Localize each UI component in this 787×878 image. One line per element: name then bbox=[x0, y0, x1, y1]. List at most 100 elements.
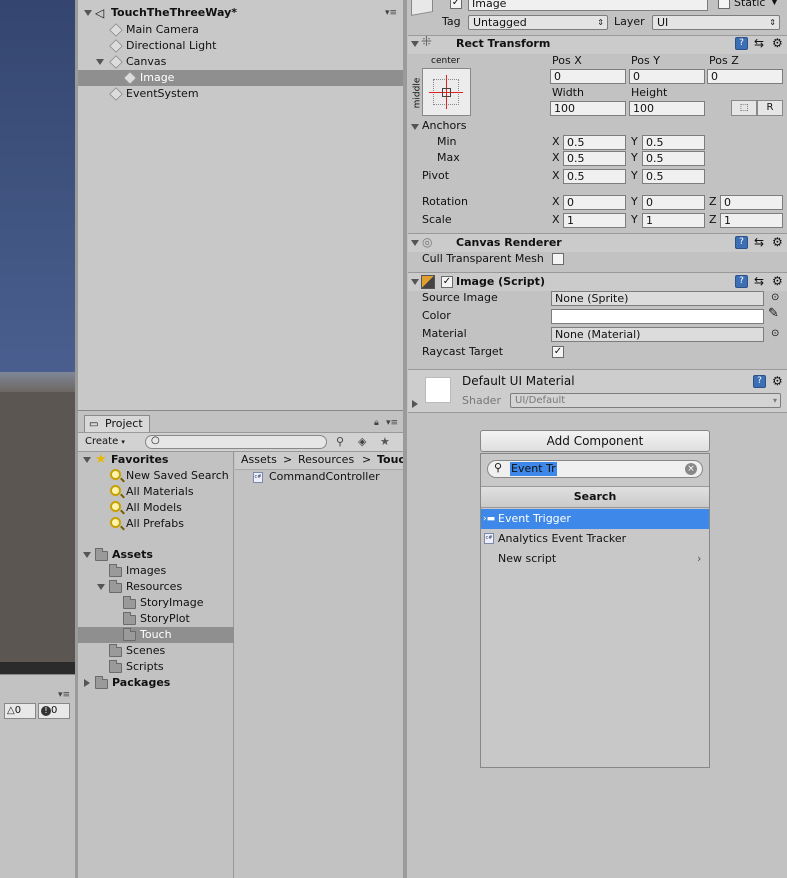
anchor-preset-button[interactable] bbox=[422, 68, 471, 116]
object-picker-icon[interactable]: ⊙ bbox=[771, 327, 779, 341]
anchor-min-x-field[interactable]: 0.5 bbox=[563, 135, 626, 150]
filter-by-type-icon[interactable]: ⚲ bbox=[336, 435, 344, 448]
layer-dropdown[interactable]: UI ⇕ bbox=[652, 15, 780, 30]
object-name-field[interactable]: Image bbox=[468, 0, 708, 11]
search-result-item[interactable]: c# Analytics Event Tracker bbox=[481, 529, 709, 549]
expand-arrow-icon[interactable] bbox=[97, 584, 105, 590]
scale-z-field[interactable]: 1 bbox=[720, 213, 783, 228]
assets-row[interactable]: Assets bbox=[78, 547, 234, 563]
rotation-y-field[interactable]: 0 bbox=[642, 195, 705, 210]
pos-y-field[interactable]: 0 bbox=[629, 69, 705, 84]
expand-arrow-icon[interactable] bbox=[411, 279, 419, 285]
favorite-item[interactable]: All Prefabs bbox=[78, 516, 234, 532]
favorites-row[interactable]: ★ Favorites bbox=[78, 452, 234, 468]
hierarchy-item[interactable]: Canvas bbox=[78, 54, 403, 70]
search-result-item-selected[interactable]: ›▬ Event Trigger bbox=[481, 509, 709, 529]
folder-item[interactable]: Images bbox=[78, 563, 234, 579]
cull-transparent-mesh-checkbox[interactable] bbox=[552, 253, 564, 265]
add-component-button[interactable]: Add Component bbox=[480, 430, 710, 452]
hierarchy-menu-icon[interactable]: ▾≡ bbox=[385, 5, 397, 21]
anchor-min-y-field[interactable]: 0.5 bbox=[642, 135, 705, 150]
shader-dropdown[interactable]: UI/Default ▾ bbox=[510, 393, 781, 408]
hierarchy-item[interactable]: EventSystem bbox=[78, 86, 403, 102]
preset-icon[interactable]: ⇆ bbox=[754, 274, 764, 288]
image-enabled-checkbox[interactable]: ✓ bbox=[441, 276, 453, 288]
eyedropper-icon[interactable]: ✎ bbox=[768, 307, 779, 321]
hierarchy-item-selected[interactable]: Image bbox=[78, 70, 403, 86]
folder-item[interactable]: StoryPlot bbox=[78, 611, 234, 627]
filter-by-label-icon[interactable]: ◈ bbox=[358, 435, 366, 448]
breadcrumb-item[interactable]: Touc bbox=[377, 452, 403, 468]
source-image-field[interactable]: None (Sprite) bbox=[551, 291, 764, 306]
folder-item[interactable]: Resources bbox=[78, 579, 234, 595]
raycast-target-checkbox[interactable]: ✓ bbox=[552, 346, 564, 358]
help-icon[interactable]: ? bbox=[735, 37, 748, 50]
folder-item-selected[interactable]: Touch bbox=[78, 627, 234, 643]
anchors-label[interactable]: Anchors bbox=[422, 119, 467, 133]
favorite-item[interactable]: New Saved Search bbox=[78, 468, 234, 484]
anchor-max-x-field[interactable]: 0.5 bbox=[563, 151, 626, 166]
help-icon[interactable]: ? bbox=[735, 275, 748, 288]
gear-icon[interactable]: ⚙ bbox=[772, 374, 783, 388]
folder-item[interactable]: StoryImage bbox=[78, 595, 234, 611]
file-item[interactable]: c# CommandController bbox=[250, 469, 400, 485]
rotation-z-field[interactable]: 0 bbox=[720, 195, 783, 210]
gear-icon[interactable]: ⚙ bbox=[772, 36, 783, 50]
blueprint-mode-button[interactable]: ⬚ bbox=[731, 100, 757, 116]
expand-arrow-icon[interactable] bbox=[411, 124, 419, 130]
material-field[interactable]: None (Material) bbox=[551, 327, 764, 342]
hierarchy-item[interactable]: Directional Light bbox=[78, 38, 403, 54]
gear-icon[interactable]: ⚙ bbox=[772, 235, 783, 249]
pivot-x-field[interactable]: 0.5 bbox=[563, 169, 626, 184]
expand-arrow-icon[interactable] bbox=[84, 679, 90, 687]
scale-x-field[interactable]: 1 bbox=[563, 213, 626, 228]
scene-row[interactable]: ◁ TouchTheThreeWay* ▾≡ bbox=[78, 5, 403, 21]
breadcrumb-item[interactable]: Resources bbox=[298, 452, 354, 468]
preset-icon[interactable]: ⇆ bbox=[754, 235, 764, 249]
pos-x-field[interactable]: 0 bbox=[550, 69, 626, 84]
pivot-y-field[interactable]: 0.5 bbox=[642, 169, 705, 184]
expand-arrow-icon[interactable] bbox=[83, 457, 91, 463]
clear-search-icon[interactable]: × bbox=[685, 463, 697, 475]
preset-icon[interactable]: ⇆ bbox=[754, 36, 764, 50]
tag-dropdown[interactable]: Untagged ⇕ bbox=[468, 15, 608, 30]
create-button[interactable]: Create ▾ bbox=[85, 434, 135, 450]
folder-item[interactable]: Scenes bbox=[78, 643, 234, 659]
star-icon[interactable]: ★ bbox=[380, 435, 390, 448]
folder-item[interactable]: Scripts bbox=[78, 659, 234, 675]
help-icon[interactable]: ? bbox=[753, 375, 766, 388]
chevron-down-icon[interactable]: ▼ bbox=[771, 0, 778, 9]
error-count-button[interactable]: ! 0 bbox=[38, 703, 70, 719]
width-field[interactable]: 100 bbox=[550, 101, 626, 116]
search-result-item[interactable]: New script › bbox=[481, 549, 709, 569]
scene-view[interactable] bbox=[0, 0, 75, 662]
object-picker-icon[interactable]: ⊙ bbox=[771, 291, 779, 305]
expand-arrow-icon[interactable] bbox=[96, 59, 104, 65]
color-field[interactable] bbox=[551, 309, 764, 324]
hierarchy-item[interactable]: Main Camera bbox=[78, 22, 403, 38]
height-field[interactable]: 100 bbox=[629, 101, 705, 116]
active-checkbox[interactable]: ✓ bbox=[450, 0, 462, 9]
expand-arrow-icon[interactable] bbox=[411, 240, 419, 246]
favorite-item[interactable]: All Materials bbox=[78, 484, 234, 500]
rotation-x-field[interactable]: 0 bbox=[563, 195, 626, 210]
gear-icon[interactable]: ⚙ bbox=[772, 274, 783, 288]
static-checkbox[interactable] bbox=[718, 0, 730, 9]
project-tab[interactable]: ▭ Project bbox=[84, 415, 150, 433]
component-search-input[interactable]: ⚲ Event Tr × bbox=[487, 460, 703, 478]
scale-y-field[interactable]: 1 bbox=[642, 213, 705, 228]
help-icon[interactable]: ? bbox=[735, 236, 748, 249]
favorite-item[interactable]: All Models bbox=[78, 500, 234, 516]
project-search-input[interactable]: ○ bbox=[145, 435, 327, 449]
console-menu-icon[interactable]: ▾≡ bbox=[58, 690, 70, 700]
lock-icon[interactable]: 🔒︎ bbox=[374, 418, 379, 428]
expand-arrow-icon[interactable] bbox=[412, 400, 418, 408]
anchor-max-y-field[interactable]: 0.5 bbox=[642, 151, 705, 166]
warning-count-button[interactable]: △0 bbox=[4, 703, 36, 719]
expand-arrow-icon[interactable] bbox=[411, 41, 419, 47]
raw-edit-button[interactable]: R bbox=[757, 100, 783, 116]
breadcrumb-item[interactable]: Assets bbox=[241, 452, 277, 468]
expand-arrow-icon[interactable] bbox=[84, 10, 92, 16]
pos-z-field[interactable]: 0 bbox=[707, 69, 783, 84]
packages-row[interactable]: Packages bbox=[78, 675, 234, 691]
